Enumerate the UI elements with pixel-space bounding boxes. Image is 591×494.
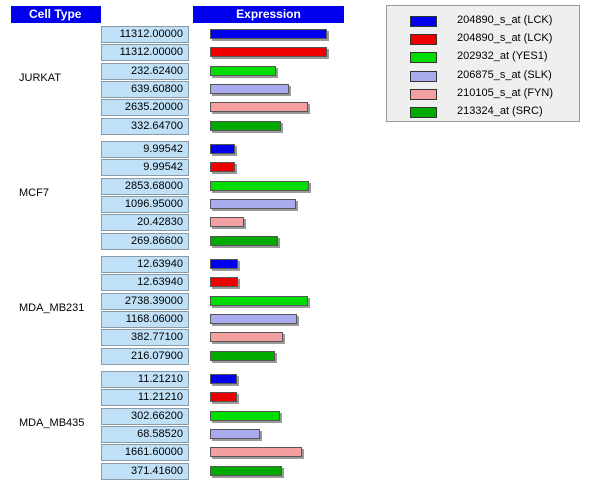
- legend-label: 206875_s_at (SLK): [457, 68, 552, 81]
- expression-bar: [210, 392, 237, 403]
- legend-label: 204890_s_at (LCK): [457, 32, 553, 45]
- expression-bar: [210, 277, 238, 288]
- legend-swatch: [410, 16, 437, 27]
- value-label: 216.07900: [101, 347, 189, 365]
- value-label: 68.58520: [101, 425, 189, 443]
- expression-bar: [210, 447, 302, 458]
- value-label: 12.63940: [101, 256, 189, 273]
- cell-type-header: Cell Type: [11, 6, 101, 23]
- cell-type-label: MCF7: [19, 186, 49, 199]
- value-label: 12.63940: [101, 274, 189, 292]
- expression-bar: [210, 332, 283, 343]
- expression-bar: [210, 102, 308, 113]
- legend: 204890_s_at (LCK) 204890_s_at (LCK) 202932…: [386, 5, 580, 122]
- value-label: 11312.00000: [101, 44, 189, 62]
- expression-bar: [210, 83, 289, 94]
- legend-swatch: [410, 88, 437, 100]
- expression-header: Expression: [193, 6, 344, 23]
- expression-bar: [210, 144, 235, 154]
- value-label: 2635.20000: [101, 99, 189, 117]
- legend-label: 202932_at (YES1): [457, 50, 548, 63]
- legend-swatch: [410, 52, 437, 64]
- legend-item: 206875_s_at (SLK): [387, 68, 581, 86]
- value-label: 11.21210: [101, 389, 189, 407]
- legend-swatch: [410, 107, 437, 118]
- value-label: 20.42830: [101, 214, 189, 232]
- expression-bar: [210, 120, 281, 131]
- value-label: 2738.39000: [101, 292, 189, 310]
- legend-item: 202932_at (YES1): [387, 49, 581, 67]
- expression-bar: [210, 295, 308, 306]
- expression-bar: [210, 374, 237, 384]
- expression-bar: [210, 65, 276, 76]
- expression-bar: [210, 47, 327, 58]
- expression-bar: [210, 235, 278, 246]
- legend-item: 204890_s_at (LCK): [387, 31, 581, 49]
- expression-bar: [210, 162, 235, 173]
- expression-bar: [210, 259, 238, 269]
- value-label: 371.41600: [101, 462, 189, 480]
- value-label: 269.86600: [101, 232, 189, 250]
- expression-bar: [210, 29, 327, 39]
- legend-label: 210105_s_at (FYN): [457, 86, 553, 99]
- value-label: 9.99542: [101, 141, 189, 158]
- expression-bar: [210, 350, 275, 361]
- legend-label: 213324_at (SRC): [457, 105, 543, 117]
- expression-bar: [210, 198, 296, 209]
- legend-label: 204890_s_at (LCK): [457, 14, 553, 26]
- value-label: 1096.95000: [101, 195, 189, 213]
- value-label: 9.99542: [101, 159, 189, 177]
- cell-type-label: MDA_MB435: [19, 416, 85, 429]
- legend-swatch: [410, 70, 437, 82]
- cell-type-label: MDA_MB231: [19, 301, 85, 314]
- expression-bar: [210, 428, 260, 439]
- expression-chart: Cell Type Expression JURKAT 11312.00000 11…: [0, 0, 591, 494]
- legend-item: 210105_s_at (FYN): [387, 86, 581, 104]
- expression-bar: [210, 313, 297, 324]
- value-label: 11312.00000: [101, 26, 189, 43]
- value-label: 1168.06000: [101, 310, 189, 328]
- value-label: 332.64700: [101, 117, 189, 135]
- value-label: 639.60800: [101, 80, 189, 98]
- legend-swatch: [410, 34, 437, 46]
- value-label: 382.77100: [101, 329, 189, 347]
- value-label: 302.66200: [101, 407, 189, 425]
- cell-type-label: JURKAT: [19, 71, 61, 84]
- expression-bar: [210, 180, 309, 191]
- value-label: 11.21210: [101, 371, 189, 388]
- value-label: 1661.60000: [101, 444, 189, 462]
- expression-bar: [210, 217, 244, 228]
- expression-bar: [210, 465, 282, 476]
- legend-item: 213324_at (SRC): [387, 104, 581, 122]
- legend-item: 204890_s_at (LCK): [387, 13, 581, 31]
- expression-bar: [210, 410, 280, 421]
- value-label: 232.62400: [101, 62, 189, 80]
- value-label: 2853.68000: [101, 177, 189, 195]
